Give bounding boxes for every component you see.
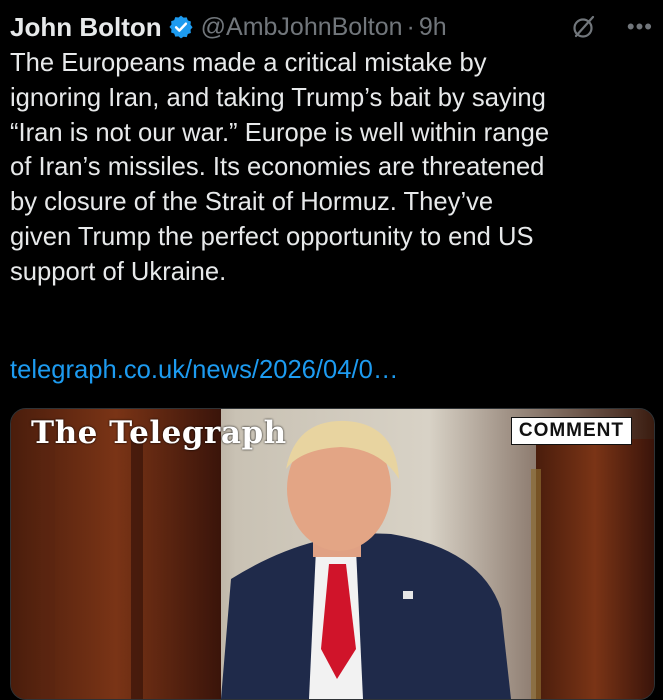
- more-icon[interactable]: •••: [627, 14, 653, 40]
- tweet-text-line: given Trump the perfect opportunity to e…: [10, 222, 534, 251]
- link-preview-card[interactable]: The Telegraph COMMENT: [10, 408, 655, 700]
- author-name[interactable]: John Bolton: [10, 12, 162, 43]
- verified-badge-icon: [168, 14, 194, 40]
- tweet-text-line: ignoring Iran, and taking Trump’s bait b…: [10, 83, 546, 112]
- telegraph-masthead: The Telegraph: [31, 415, 287, 451]
- comment-badge: COMMENT: [510, 417, 632, 445]
- tweet-text-line: support of Ukraine.: [10, 257, 227, 286]
- separator-dot: ·: [406, 12, 415, 41]
- tweet-header: John Bolton @AmbJohnBolton · 9h •••: [10, 8, 653, 46]
- tweet-text-line: of Iran’s missiles. Its economies are th…: [10, 153, 545, 182]
- tweet-text: The Europeans made a critical mistake by…: [10, 46, 655, 290]
- author-handle[interactable]: @AmbJohnBolton: [201, 13, 403, 42]
- tweet-text-line: “Iran is not our war.” Europe is well wi…: [10, 118, 550, 147]
- timestamp[interactable]: 9h: [419, 13, 447, 42]
- tweet-text-line: The Europeans made a critical mistake by: [10, 49, 487, 77]
- article-photo: [11, 409, 654, 699]
- article-link[interactable]: telegraph.co.uk/news/2026/04/0…: [10, 356, 398, 385]
- header-actions: •••: [571, 8, 653, 46]
- tweet-text-line: by closure of the Strait of Hormuz. They…: [10, 188, 494, 217]
- grok-icon[interactable]: [571, 14, 597, 40]
